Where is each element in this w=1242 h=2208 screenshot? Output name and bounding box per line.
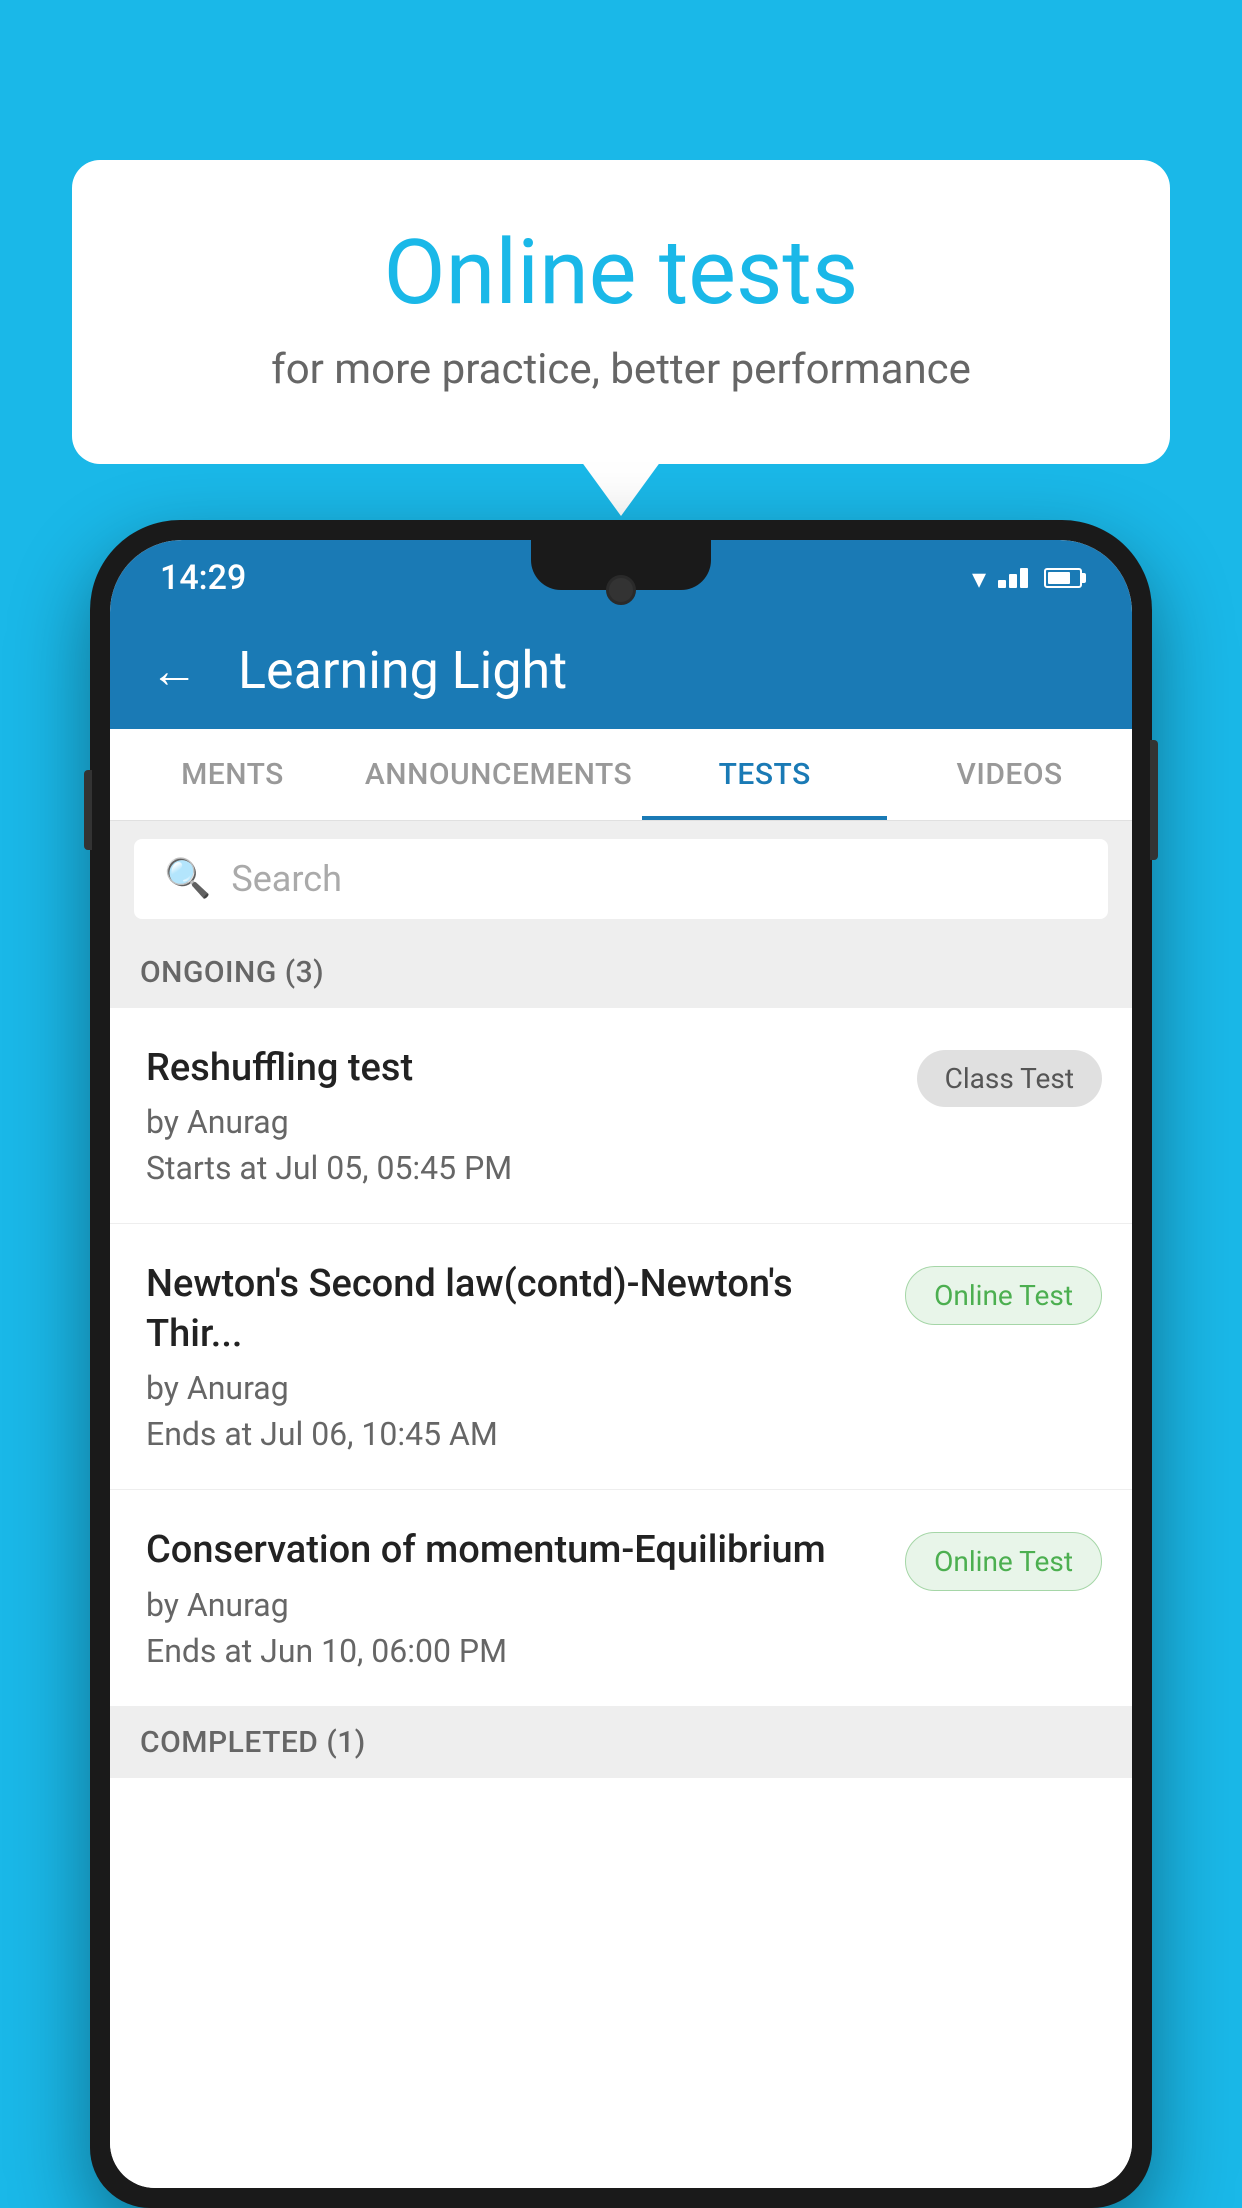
test-badge: Online Test xyxy=(905,1266,1102,1325)
test-name: Conservation of momentum-Equilibrium xyxy=(146,1526,885,1575)
test-info: Reshuffling test by Anurag Starts at Jul… xyxy=(146,1044,917,1187)
phone-screen: 14:29 ▾ ← Learning Light MENTS ANNOUNCEM… xyxy=(110,540,1132,2188)
speech-bubble: Online tests for more practice, better p… xyxy=(72,160,1170,464)
tab-ments[interactable]: MENTS xyxy=(110,729,355,820)
app-title: Learning Light xyxy=(238,640,567,701)
test-author: by Anurag xyxy=(146,1103,897,1141)
app-header: ← Learning Light xyxy=(110,612,1132,729)
battery-fill xyxy=(1048,572,1070,584)
ongoing-section-header: ONGOING (3) xyxy=(110,937,1132,1008)
battery-icon xyxy=(1044,568,1082,588)
completed-section-header: COMPLETED (1) xyxy=(110,1707,1132,1778)
tab-bar: MENTS ANNOUNCEMENTS TESTS VIDEOS xyxy=(110,729,1132,821)
test-author: by Anurag xyxy=(146,1586,885,1624)
speech-bubble-subtitle: for more practice, better performance xyxy=(152,345,1090,394)
test-badge: Class Test xyxy=(917,1050,1102,1107)
test-item[interactable]: Conservation of momentum-Equilibrium by … xyxy=(110,1490,1132,1706)
test-name: Reshuffling test xyxy=(146,1044,897,1093)
back-button[interactable]: ← xyxy=(150,642,198,699)
test-list: Reshuffling test by Anurag Starts at Jul… xyxy=(110,1008,1132,2188)
front-camera xyxy=(606,575,636,605)
search-input[interactable]: Search xyxy=(231,858,342,900)
phone-frame: 14:29 ▾ ← Learning Light MENTS ANNOUNCEM… xyxy=(90,520,1152,2208)
status-icons: ▾ xyxy=(972,562,1082,595)
power-button xyxy=(1150,740,1158,860)
status-time: 14:29 xyxy=(160,558,246,598)
test-date: Ends at Jun 10, 06:00 PM xyxy=(146,1632,885,1670)
test-info: Newton's Second law(contd)-Newton's Thir… xyxy=(146,1260,905,1453)
speech-bubble-title: Online tests xyxy=(152,220,1090,325)
test-date: Ends at Jul 06, 10:45 AM xyxy=(146,1415,885,1453)
search-icon: 🔍 xyxy=(164,857,211,901)
test-name: Newton's Second law(contd)-Newton's Thir… xyxy=(146,1260,885,1359)
test-badge: Online Test xyxy=(905,1532,1102,1591)
tab-announcements[interactable]: ANNOUNCEMENTS xyxy=(355,729,642,820)
wifi-icon: ▾ xyxy=(972,562,986,595)
search-container: 🔍 Search xyxy=(110,821,1132,937)
speech-bubble-container: Online tests for more practice, better p… xyxy=(72,160,1170,464)
test-author: by Anurag xyxy=(146,1369,885,1407)
test-item[interactable]: Newton's Second law(contd)-Newton's Thir… xyxy=(110,1224,1132,1490)
test-info: Conservation of momentum-Equilibrium by … xyxy=(146,1526,905,1669)
test-date: Starts at Jul 05, 05:45 PM xyxy=(146,1149,897,1187)
signal-bars xyxy=(998,568,1028,588)
volume-button xyxy=(84,770,92,850)
search-bar[interactable]: 🔍 Search xyxy=(134,839,1108,919)
tab-videos[interactable]: VIDEOS xyxy=(887,729,1132,820)
test-item[interactable]: Reshuffling test by Anurag Starts at Jul… xyxy=(110,1008,1132,1224)
tab-tests[interactable]: TESTS xyxy=(642,729,887,820)
